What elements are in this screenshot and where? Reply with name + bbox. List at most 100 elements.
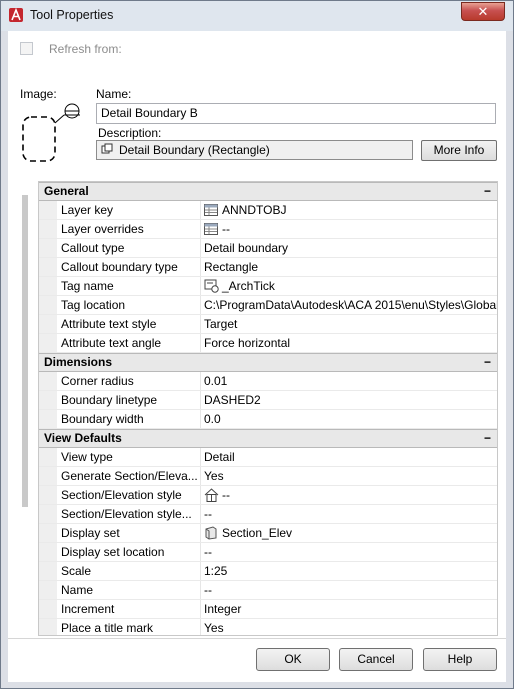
property-row[interactable]: Layer key ANNDTOBJ [39,201,497,220]
property-value[interactable]: Integer [201,600,497,618]
property-name: Display set location [57,543,201,561]
property-row[interactable]: View type Detail [39,448,497,467]
property-name: Generate Section/Eleva... [57,467,201,485]
more-info-button[interactable]: More Info [421,140,497,161]
row-gutter [39,600,57,618]
row-gutter [39,448,57,466]
category-view-defaults-title: View Defaults [44,431,122,445]
property-name: Place a title mark [57,619,201,635]
property-value[interactable]: Force horizontal [201,334,497,352]
vertical-scrollbar[interactable] [22,195,28,507]
ok-button[interactable]: OK [256,648,330,671]
property-row[interactable]: Name -- [39,581,497,600]
property-value[interactable]: -- [201,581,497,599]
row-gutter [39,543,57,561]
row-gutter [39,467,57,485]
row-gutter [39,410,57,428]
property-row[interactable]: Attribute text style Target [39,315,497,334]
property-name: Attribute text style [57,315,201,333]
property-row[interactable]: Generate Section/Eleva... Yes [39,467,497,486]
description-label: Description: [98,126,162,140]
property-value[interactable]: 0.0 [201,410,497,428]
property-value[interactable]: Rectangle [201,258,497,276]
property-value[interactable]: -- [201,486,497,504]
property-value[interactable]: Target [201,315,497,333]
property-value[interactable]: C:\ProgramData\Autodesk\ACA 2015\enu\Sty… [201,296,497,314]
property-value[interactable]: ANNDTOBJ [201,201,497,219]
property-row[interactable]: Boundary linetype DASHED2 [39,391,497,410]
collapse-toggle-general[interactable]: − [484,183,491,200]
property-row[interactable]: Tag location C:\ProgramData\Autodesk\ACA … [39,296,497,315]
close-button[interactable]: ✕ [461,2,505,21]
property-name: Boundary linetype [57,391,201,409]
property-row[interactable]: Callout boundary type Rectangle [39,258,497,277]
property-value-text: -- [204,507,212,521]
property-row[interactable]: Tag name _ArchTick [39,277,497,296]
property-row[interactable]: Section/Elevation style... -- [39,505,497,524]
cancel-button[interactable]: Cancel [339,648,413,671]
property-value-text: Section_Elev [222,526,293,540]
property-name: Section/Elevation style... [57,505,201,523]
copy-icon [101,143,115,157]
property-value[interactable]: -- [201,543,497,561]
property-name: Corner radius [57,372,201,390]
property-row[interactable]: Attribute text angle Force horizontal [39,334,497,353]
property-name: Boundary width [57,410,201,428]
property-value[interactable]: Detail [201,448,497,466]
title-bar[interactable]: Tool Properties ✕ [1,1,513,31]
property-row[interactable]: Place a title mark Yes [39,619,497,635]
tool-properties-dialog: Tool Properties ✕ Refresh from: Image: N… [0,0,514,689]
property-value-text: -- [222,222,230,236]
property-row[interactable]: Boundary width 0.0 [39,410,497,429]
layer-table-icon [204,203,218,217]
description-field[interactable]: Detail Boundary (Rectangle) [96,140,413,160]
property-value[interactable]: Yes [201,619,497,635]
property-value[interactable]: DASHED2 [201,391,497,409]
property-row[interactable]: Section/Elevation style -- [39,486,497,505]
collapse-toggle-dimensions[interactable]: − [484,354,491,371]
property-row[interactable]: Callout type Detail boundary [39,239,497,258]
property-value-text: ANNDTOBJ [222,203,287,217]
property-row[interactable]: Corner radius 0.01 [39,372,497,391]
property-row[interactable]: Increment Integer [39,600,497,619]
name-field[interactable]: Detail Boundary B [96,103,496,124]
property-value[interactable]: -- [201,505,497,523]
window-title: Tool Properties [30,8,114,22]
collapse-toggle-view-defaults[interactable]: − [484,430,491,447]
row-gutter [39,239,57,257]
category-dimensions[interactable]: Dimensions − [39,353,497,372]
tool-image-preview[interactable] [20,101,90,171]
property-name: View type [57,448,201,466]
block-icon [204,279,219,293]
row-gutter [39,486,57,504]
property-value-text: Integer [204,602,242,616]
property-value[interactable]: -- [201,220,497,238]
property-value[interactable]: 0.01 [201,372,497,390]
property-row[interactable]: Display set Section_Elev [39,524,497,543]
property-value[interactable]: Yes [201,467,497,485]
property-row[interactable]: Scale 1:25 [39,562,497,581]
row-gutter [39,372,57,390]
refresh-checkbox[interactable] [20,42,33,55]
category-view-defaults[interactable]: View Defaults − [39,429,497,448]
property-value-text: Target [204,317,238,331]
property-value-text: Force horizontal [204,336,291,350]
property-value[interactable]: 1:25 [201,562,497,580]
property-name: Scale [57,562,201,580]
property-row[interactable]: Display set location -- [39,543,497,562]
footer-separator [8,638,506,639]
category-general[interactable]: General − [39,182,497,201]
row-gutter [39,619,57,635]
row-gutter [39,315,57,333]
row-gutter [39,220,57,238]
property-name: Tag name [57,277,201,295]
row-gutter [39,201,57,219]
property-value[interactable]: Detail boundary [201,239,497,257]
help-button[interactable]: Help [423,648,497,671]
row-gutter [39,562,57,580]
property-value[interactable]: Section_Elev [201,524,497,542]
property-row[interactable]: Layer overrides -- [39,220,497,239]
description-value: Detail Boundary (Rectangle) [119,143,270,157]
property-value[interactable]: _ArchTick [201,277,497,295]
property-value-text: 0.01 [204,374,228,388]
